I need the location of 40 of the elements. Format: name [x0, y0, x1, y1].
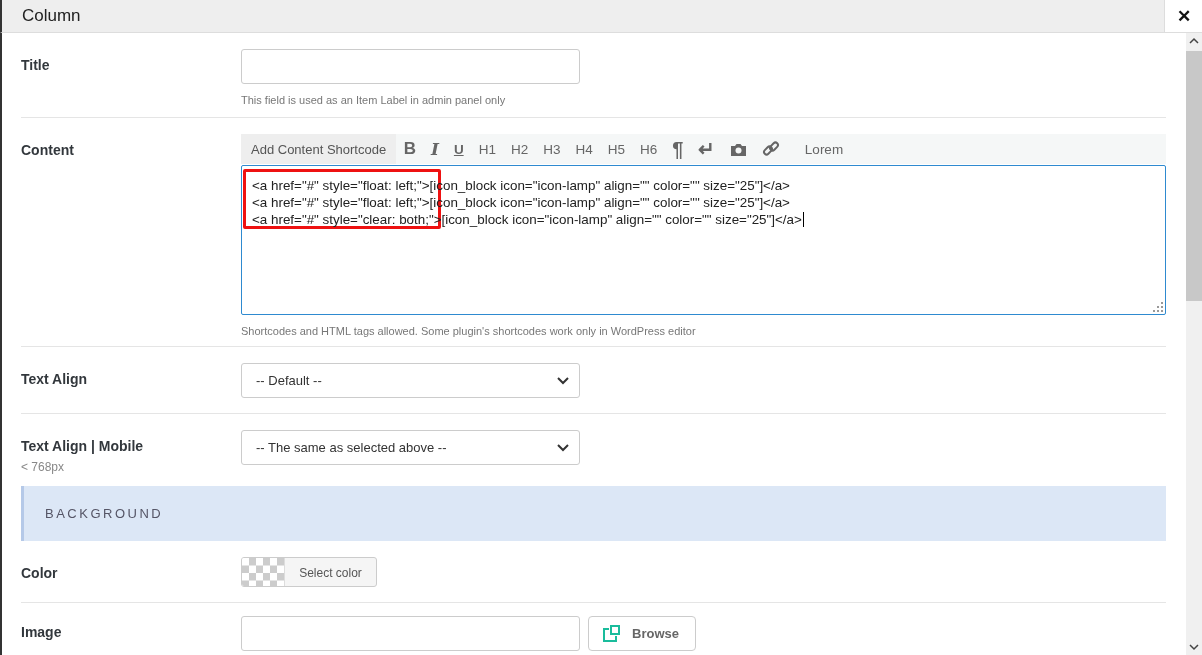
toolbar-button[interactable]: U — [448, 134, 469, 164]
toolbar-button[interactable]: H1 — [473, 134, 501, 164]
toolbar-button[interactable]: ¶ — [667, 134, 689, 164]
field-label: Text Align | Mobile — [21, 438, 144, 454]
select-color-button[interactable]: Select color — [241, 557, 377, 587]
image-input[interactable] — [241, 616, 580, 651]
toolbar-button[interactable]: H5 — [602, 134, 630, 164]
add-shortcode-button[interactable]: Add Content Shortcode — [241, 134, 397, 164]
section-title: BACKGROUND — [45, 506, 164, 521]
select-dropdown[interactable]: -- Default -- — [241, 363, 580, 398]
toolbar-button[interactable]: B — [398, 134, 421, 164]
chevron-down-icon — [557, 443, 569, 452]
content-editor[interactable] — [241, 165, 1166, 315]
toolbar-button[interactable]: H3 — [538, 134, 566, 164]
toolbar-button[interactable]: Lorem — [799, 134, 849, 164]
field-label: Title — [21, 57, 50, 73]
browse-icon — [603, 625, 620, 642]
field-sublabel: < 768px — [21, 460, 65, 474]
chevron-down-icon — [557, 376, 569, 385]
window-title: Column — [21, 6, 82, 26]
camera-icon — [730, 142, 748, 156]
field-label: Color — [21, 565, 58, 581]
toolbar-button[interactable]: H4 — [570, 134, 598, 164]
help-text: Shortcodes and HTML tags allowed. Some plugin's shortcodes work only in WordPress editor — [241, 325, 697, 337]
field-label: Image — [21, 624, 62, 640]
field-label: Text Align — [21, 371, 88, 387]
toolbar-button[interactable]: H2 — [505, 134, 534, 164]
resize-grip-icon — [1153, 302, 1163, 312]
field-label: Content — [21, 142, 74, 158]
select-dropdown[interactable]: -- The same as selected above -- — [241, 430, 580, 465]
toolbar-button[interactable]: H6 — [634, 134, 663, 164]
title-input[interactable] — [241, 49, 580, 84]
scrollbar[interactable] — [1186, 33, 1202, 655]
toolbar-button[interactable]: I — [425, 134, 444, 164]
toolbar-button[interactable]: ↵ — [693, 134, 721, 164]
transparent-swatch-icon — [242, 558, 284, 586]
close-button[interactable]: ✕ — [1164, 0, 1202, 32]
link-icon — [762, 140, 781, 158]
help-text: This field is used as an Item Label in admin panel only — [241, 94, 507, 106]
browse-button[interactable]: Browse — [588, 616, 696, 651]
